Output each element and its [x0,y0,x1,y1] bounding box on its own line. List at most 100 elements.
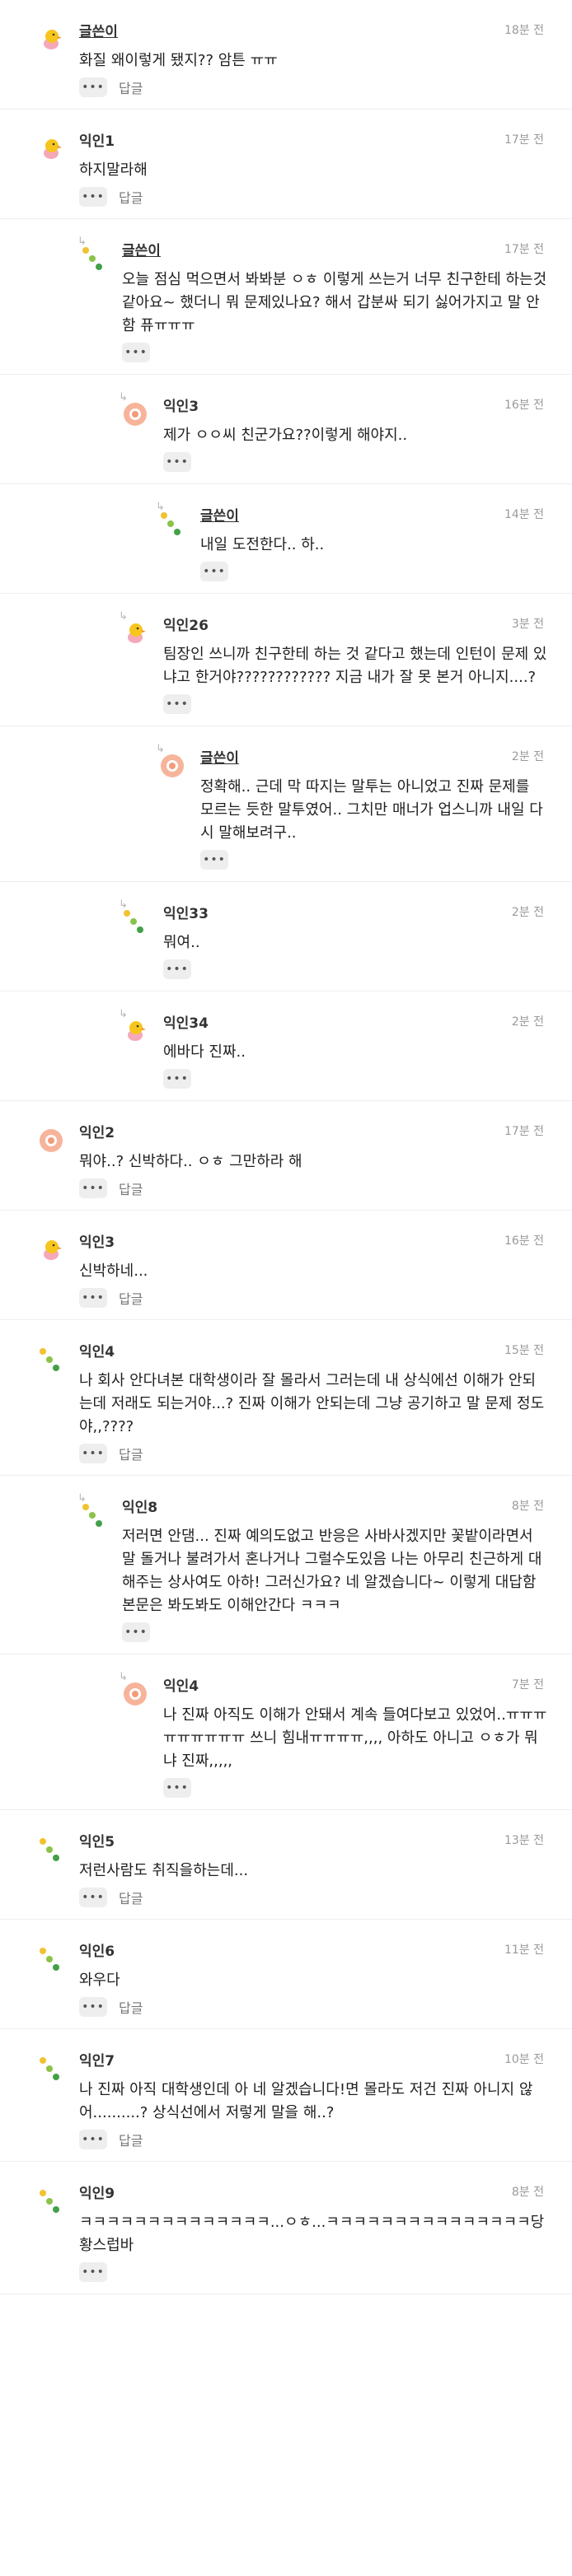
more-options-button[interactable]: ••• [79,2130,107,2149]
avatar-dot [46,1356,53,1363]
more-options-button[interactable]: ••• [200,850,228,870]
comment-actions: ••• [0,850,572,881]
reply-button[interactable]: 답글 [119,1997,143,2017]
more-options-button[interactable]: ••• [79,1444,107,1463]
more-options-button[interactable]: ••• [163,452,191,472]
comment: 익인3 16분 전 신박하네... ••• 답글 [0,1211,572,1320]
avatar-dot [137,926,143,933]
reply-button[interactable]: 답글 [119,1178,143,1198]
reply-button[interactable]: 답글 [119,187,143,207]
avatar-dot [174,529,181,535]
more-options-button[interactable]: ••• [163,959,191,979]
reply-button[interactable]: 답글 [119,2130,143,2149]
comment-actions: ••• 답글 [0,1288,572,1319]
timestamp: 16분 전 [504,1234,544,1248]
comment-actions: ••• [0,562,572,593]
comment: ↳ 익인33 2분 전 뭐여.. ••• [0,882,572,992]
author-name[interactable]: 익인3 [79,1230,115,1251]
avatar-dot [89,255,96,262]
reply-arrow-icon: ↳ [119,391,128,404]
chick-avatar-icon [124,1020,147,1043]
chick-icon [128,1021,146,1041]
timestamp: 3분 전 [511,618,544,631]
reply-arrow-icon: ↳ [77,236,87,248]
dots-avatar-icon [124,910,147,933]
more-options-button[interactable]: ••• [79,1997,107,2017]
comment-actions: ••• 답글 [0,1444,572,1475]
avatar-dot [46,1956,53,1962]
comment: ↳ 익인8 8분 전 저러면 안댐... 진짜 예의도없고 반응은 사바사겠지만… [0,1476,572,1654]
author-name[interactable]: 익인8 [122,1496,157,1516]
reply-arrow-icon: ↳ [119,610,128,623]
author-name[interactable]: 익인4 [79,1340,115,1360]
comment: 익인2 17분 전 뭐야..? 신박하다.. ㅇㅎ 그만하라 해 ••• 답글 [0,1101,572,1211]
timestamp: 2분 전 [511,750,544,763]
timestamp: 7분 전 [511,1678,544,1692]
comment-text: 팀장인 쓰니까 친구한테 하는 것 같다고 했는데 인턴이 문제 있냐고 한거야… [163,646,547,686]
avatar-dot [96,264,102,270]
timestamp: 10분 전 [504,2053,544,2066]
more-options-button[interactable]: ••• [79,187,107,207]
reply-button[interactable]: 답글 [119,1288,143,1308]
chick-icon [128,623,146,643]
reply-arrow-icon: ↳ [119,1671,128,1683]
comment-actions: ••• [0,343,572,374]
comment: 익인1 17분 전 하지말라해 ••• 답글 [0,110,572,219]
more-options-button[interactable]: ••• [79,1178,107,1198]
author-name[interactable]: 익인26 [163,614,209,634]
avatar-dot [161,512,167,519]
avatar-dot [53,1964,59,1971]
dots-avatar-icon [40,1348,63,1371]
comment-feed: 글쓴이 18분 전 화질 왜이렇게 됐지?? 암튼 ㅠㅠ ••• 답글 익인1 … [0,0,572,2294]
more-options-button[interactable]: ••• [200,562,228,581]
author-name[interactable]: 익인3 [163,394,199,415]
author-name[interactable]: 글쓴이 [200,746,239,767]
avatar-dot [40,2190,46,2196]
chick-icon [44,139,62,159]
more-options-button[interactable]: ••• [79,2262,107,2282]
comment-text: 에바다 진짜.. [163,1043,246,1061]
author-name[interactable]: 글쓴이 [200,504,239,525]
timestamp: 17분 전 [504,1125,544,1138]
author-name[interactable]: 익인7 [79,2049,115,2070]
comment: 익인6 11분 전 와우다 ••• 답글 [0,1920,572,2029]
timestamp: 11분 전 [504,1944,544,1957]
comment-actions: ••• [0,452,572,483]
ring-avatar-icon [124,1682,147,1706]
more-options-button[interactable]: ••• [79,1288,107,1308]
ring-avatar-icon [40,1129,63,1152]
author-name[interactable]: 글쓴이 [79,20,118,40]
comment-text: 뭐여.. [163,934,200,951]
author-name[interactable]: 익인9 [79,2182,115,2202]
reply-arrow-icon: ↳ [77,1492,87,1505]
author-name[interactable]: 익인34 [163,1011,209,1032]
more-options-button[interactable]: ••• [122,343,150,362]
author-name[interactable]: 익인2 [79,1121,115,1141]
dots-avatar-icon [161,512,184,535]
reply-button[interactable]: 답글 [119,77,143,97]
more-options-button[interactable]: ••• [122,1622,150,1642]
author-name[interactable]: 익인6 [79,1939,115,1960]
comment-text: 내일 도전한다.. 하.. [200,536,325,553]
timestamp: 16분 전 [504,399,544,412]
author-name[interactable]: 글쓴이 [122,239,161,259]
more-options-button[interactable]: ••• [79,77,107,97]
reply-button[interactable]: 답글 [119,1444,143,1463]
comment: 글쓴이 18분 전 화질 왜이렇게 됐지?? 암튼 ㅠㅠ ••• 답글 [0,0,572,110]
reply-arrow-icon: ↳ [119,898,128,911]
comment-actions: ••• [0,1069,572,1100]
reply-arrow-icon: ↳ [156,501,165,513]
author-name[interactable]: 익인4 [163,1674,199,1695]
more-options-button[interactable]: ••• [163,694,191,714]
reply-arrow-icon: ↳ [156,743,165,755]
more-options-button[interactable]: ••• [163,1069,191,1089]
author-name[interactable]: 익인33 [163,902,209,922]
dots-avatar-icon [40,2190,63,2213]
avatar-dot [82,247,89,254]
more-options-button[interactable]: ••• [163,1778,191,1798]
author-name[interactable]: 익인1 [79,129,115,150]
more-options-button[interactable]: ••• [79,1888,107,1907]
reply-button[interactable]: 답글 [119,1888,143,1907]
author-name[interactable]: 익인5 [79,1830,115,1850]
avatar-dot [53,1365,59,1371]
